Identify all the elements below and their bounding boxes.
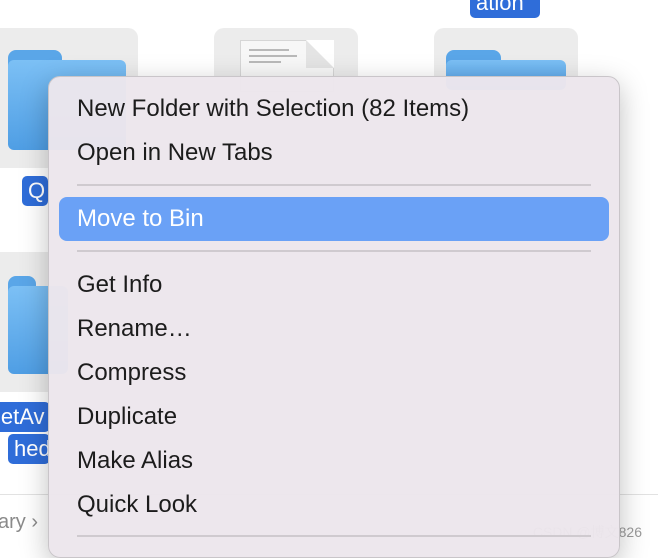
menu-item-rename[interactable]: Rename… bbox=[59, 307, 609, 351]
file-name-label[interactable]: ation bbox=[470, 0, 540, 18]
page-curl bbox=[306, 40, 334, 68]
menu-item-label: Get Info bbox=[77, 271, 163, 298]
breadcrumb[interactable]: ary › bbox=[0, 511, 38, 534]
menu-item-label: Make Alias bbox=[77, 447, 194, 474]
doc-line bbox=[249, 61, 281, 63]
menu-item-label: Move to Bin bbox=[77, 205, 204, 232]
menu-item-duplicate[interactable]: Duplicate bbox=[59, 395, 609, 439]
menu-item-label: Open in New Tabs bbox=[77, 139, 273, 166]
menu-item-new-folder-with-selection[interactable]: New Folder with Selection (82 Items) bbox=[59, 87, 609, 131]
menu-item-label: Quick Look bbox=[77, 491, 198, 518]
menu-item-open-in-new-tabs[interactable]: Open in New Tabs bbox=[59, 131, 609, 175]
file-name-label[interactable]: Q bbox=[22, 176, 48, 206]
menu-item-quick-look[interactable]: Quick Look bbox=[59, 483, 609, 527]
menu-item-label: Duplicate bbox=[77, 403, 178, 430]
menu-separator bbox=[77, 184, 591, 186]
menu-item-label: Rename… bbox=[77, 315, 192, 342]
menu-separator bbox=[77, 250, 591, 252]
menu-item-label: Compress bbox=[77, 359, 187, 386]
doc-line bbox=[249, 49, 289, 51]
context-menu: New Folder with Selection (82 Items) Ope… bbox=[48, 76, 620, 558]
menu-item-make-alias[interactable]: Make Alias bbox=[59, 439, 609, 483]
doc-line bbox=[249, 55, 297, 57]
menu-item-get-info[interactable]: Get Info bbox=[59, 263, 609, 307]
menu-item-move-to-bin[interactable]: Move to Bin bbox=[59, 197, 609, 241]
menu-separator bbox=[77, 535, 591, 537]
menu-item-compress[interactable]: Compress bbox=[59, 351, 609, 395]
menu-item-label: New Folder with Selection (82 Items) bbox=[77, 95, 470, 122]
file-name-label[interactable]: hed bbox=[8, 434, 50, 464]
file-name-label[interactable]: letAv bbox=[0, 402, 50, 432]
